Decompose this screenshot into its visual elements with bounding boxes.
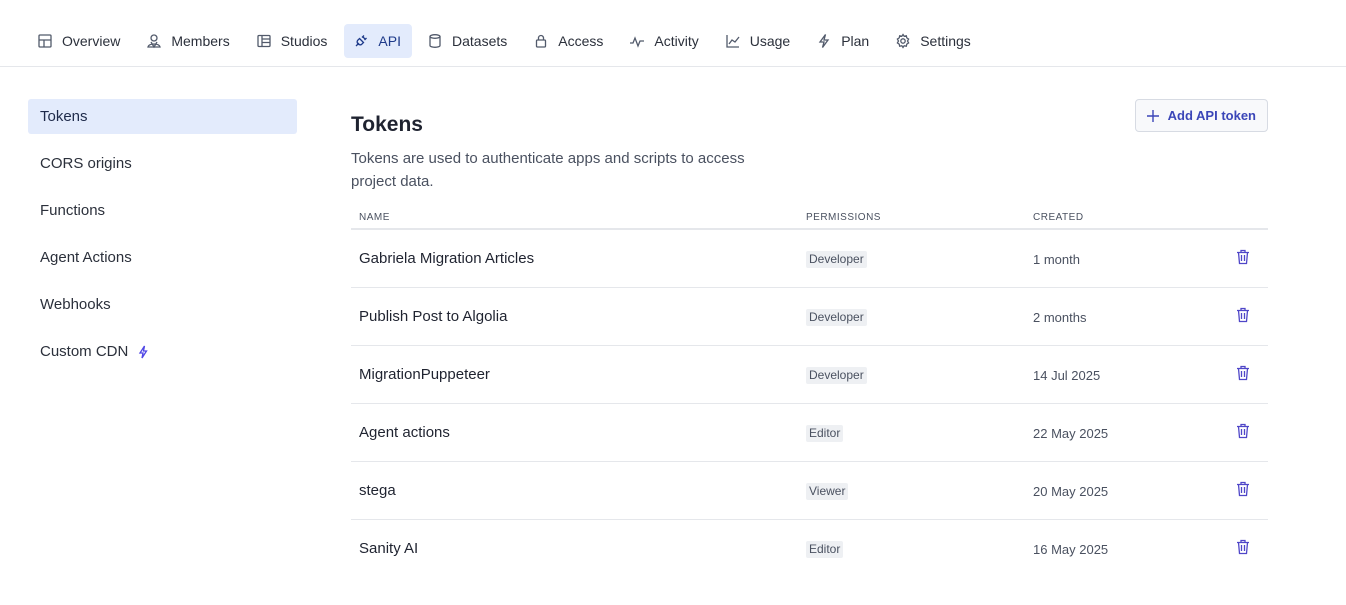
token-name: stega: [359, 482, 396, 499]
header-created: CREATED: [1033, 212, 1084, 223]
tab-label: Datasets: [452, 33, 508, 49]
header-permissions: PERMISSIONS: [806, 212, 881, 223]
token-name: Publish Post to Algolia: [359, 308, 508, 325]
tab-access[interactable]: Access: [524, 24, 614, 58]
studio-icon: [256, 33, 272, 49]
tab-label: Plan: [841, 33, 870, 49]
permission-badge: Developer: [806, 251, 867, 268]
sidebar-item-label: Tokens: [40, 108, 88, 125]
tab-label: Members: [171, 33, 230, 49]
trash-icon[interactable]: [1236, 249, 1250, 265]
members-icon: [146, 33, 162, 49]
lock-icon: [533, 33, 549, 49]
permission-badge: Developer: [806, 367, 867, 384]
sidebar-item-functions[interactable]: Functions: [28, 193, 297, 228]
sidebar-item-label: Functions: [40, 202, 106, 219]
tab-label: Usage: [749, 33, 791, 49]
top-navigation: Overview Members Studios API Datasets Ac…: [0, 0, 1346, 67]
chart-icon: [725, 33, 741, 49]
tab-label: Overview: [62, 33, 121, 49]
created-date: 1 month: [1033, 252, 1080, 267]
tab-members[interactable]: Members: [137, 24, 240, 58]
created-date: 22 May 2025: [1033, 426, 1109, 441]
trash-icon[interactable]: [1236, 539, 1250, 555]
trash-icon[interactable]: [1236, 481, 1250, 497]
permission-badge: Editor: [806, 425, 844, 442]
sidebar-item-cors-origins[interactable]: CORS origins: [28, 146, 297, 181]
table-row: Gabriela Migration Articles Developer 1 …: [351, 230, 1268, 288]
tab-label: Access: [558, 33, 604, 49]
gear-icon: [895, 33, 911, 49]
token-name: Gabriela Migration Articles: [359, 250, 535, 267]
plug-icon: [353, 33, 369, 49]
tab-settings[interactable]: Settings: [886, 24, 982, 58]
bolt-icon: [138, 345, 149, 359]
page-description: Tokens are used to authenticate apps and…: [351, 150, 745, 190]
header-name: NAME: [359, 212, 390, 223]
table-row: Agent actions Editor 22 May 2025: [351, 404, 1268, 462]
sidebar-item-agent-actions[interactable]: Agent Actions: [28, 240, 297, 275]
token-name: MigrationPuppeteer: [359, 366, 490, 383]
permission-badge: Editor: [806, 541, 844, 558]
tab-studios[interactable]: Studios: [247, 24, 339, 58]
table-header: NAME PERMISSIONS CREATED: [351, 209, 1268, 230]
sidebar-item-webhooks[interactable]: Webhooks: [28, 287, 297, 322]
tab-datasets[interactable]: Datasets: [418, 24, 518, 58]
sidebar-item-label: Webhooks: [40, 296, 111, 313]
tab-label: Settings: [920, 33, 971, 49]
sidebar-item-label: Agent Actions: [40, 249, 132, 266]
created-date: 20 May 2025: [1033, 484, 1109, 499]
tab-api[interactable]: API: [344, 24, 412, 58]
add-api-token-button[interactable]: Add API token: [1134, 99, 1268, 132]
sidebar-item-label: Custom CDN: [40, 343, 129, 360]
activity-icon: [629, 33, 645, 49]
created-date: 2 months: [1033, 310, 1087, 325]
table-row: Publish Post to Algolia Developer 2 mont…: [351, 288, 1268, 346]
tab-label: Activity: [654, 33, 699, 49]
sidebar-item-custom-cdn[interactable]: Custom CDN: [28, 334, 297, 369]
trash-icon[interactable]: [1236, 365, 1250, 381]
table-row: MigrationPuppeteer Developer 14 Jul 2025: [351, 346, 1268, 404]
tab-overview[interactable]: Overview: [28, 24, 131, 58]
add-button-label: Add API token: [1167, 108, 1256, 123]
sidebar: Tokens CORS origins Functions Agent Acti…: [28, 99, 297, 381]
table-icon: [37, 33, 53, 49]
sidebar-item-tokens[interactable]: Tokens: [28, 99, 297, 134]
created-date: 16 May 2025: [1033, 542, 1109, 557]
nav-tabs: Overview Members Studios API Datasets Ac…: [28, 24, 982, 58]
permission-badge: Developer: [806, 309, 867, 326]
tab-label: Studios: [280, 33, 328, 49]
tokens-table: NAME PERMISSIONS CREATED Gabriela Migrat…: [351, 209, 1268, 578]
tab-usage[interactable]: Usage: [716, 24, 801, 58]
permission-badge: Viewer: [806, 483, 849, 500]
table-row: Sanity AI Editor 16 May 2025: [351, 520, 1268, 578]
tab-activity[interactable]: Activity: [620, 24, 709, 58]
bolt-icon: [816, 33, 832, 49]
token-name: Sanity AI: [359, 540, 419, 557]
token-name: Agent actions: [359, 424, 450, 441]
plus-icon: [1146, 109, 1160, 123]
database-icon: [427, 33, 443, 49]
trash-icon[interactable]: [1236, 423, 1250, 439]
tab-plan[interactable]: Plan: [807, 24, 880, 58]
created-date: 14 Jul 2025: [1033, 368, 1101, 383]
sidebar-item-label: CORS origins: [40, 155, 132, 172]
table-row: stega Viewer 20 May 2025: [351, 462, 1268, 520]
tab-label: API: [378, 33, 401, 49]
trash-icon[interactable]: [1236, 307, 1250, 323]
page-title: Tokens: [351, 113, 423, 136]
